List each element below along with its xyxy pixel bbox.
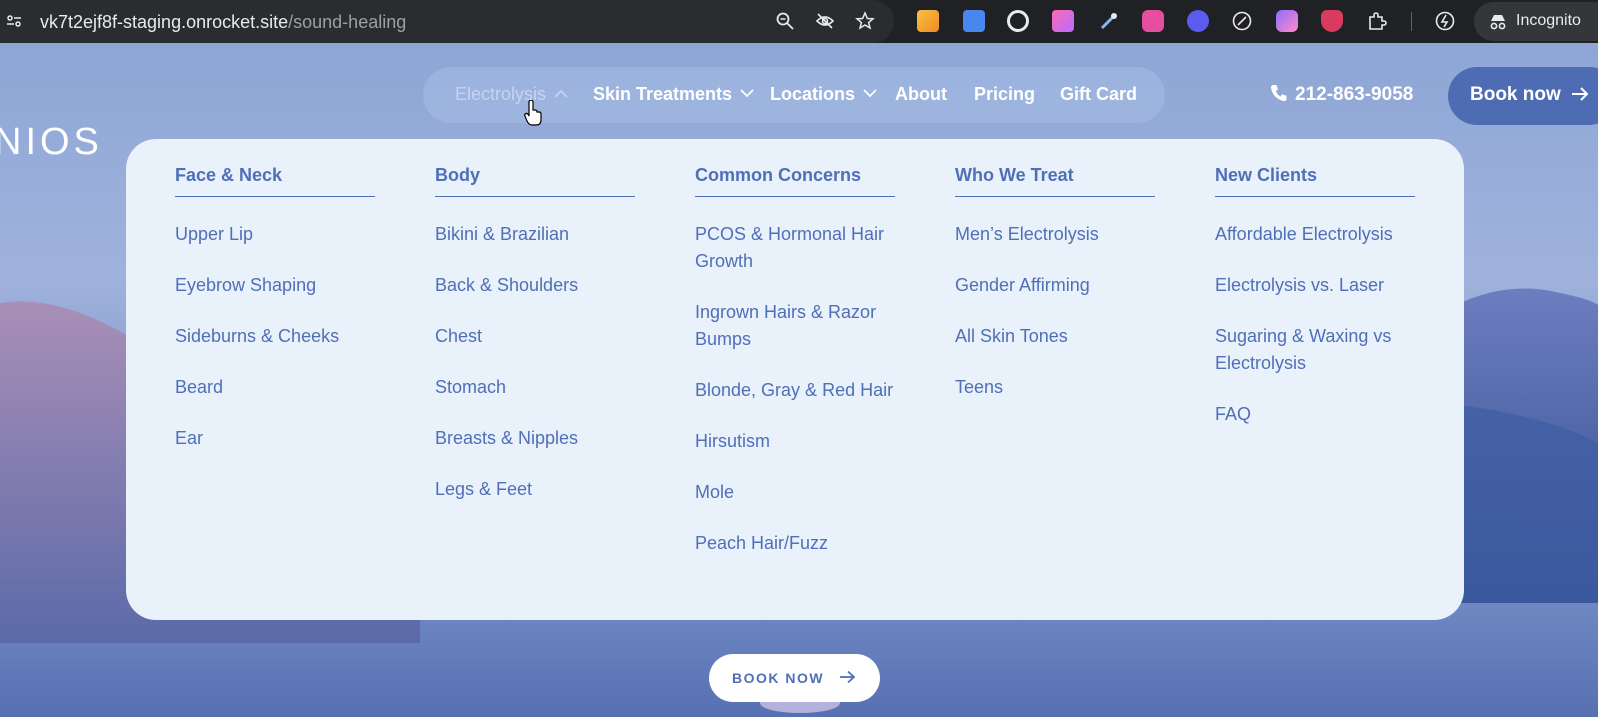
nav-item-label: Skin Treatments	[593, 84, 733, 104]
menu-link[interactable]: Hirsutism	[695, 428, 895, 455]
menu-link[interactable]: Bikini & Brazilian	[435, 221, 635, 248]
url-host: vk7t2ejf8f-staging.onrocket.site	[40, 12, 289, 32]
book-now-button[interactable]: Book now	[1448, 67, 1598, 125]
chevron-up-icon	[554, 89, 568, 98]
browser-toolbar: vk7t2ejf8f-staging.onrocket.site/sound-h…	[0, 0, 1598, 43]
book-now-label: Book now	[1470, 84, 1561, 105]
menu-link[interactable]: Peach Hair/Fuzz	[695, 530, 895, 557]
menu-column-title[interactable]: Common Concerns	[695, 165, 895, 197]
puzzle-icon[interactable]	[1366, 10, 1388, 32]
eyedropper-icon[interactable]	[1098, 10, 1120, 32]
arrow-right-icon	[840, 670, 856, 684]
menu-link[interactable]: Teens	[955, 374, 1155, 401]
menu-link[interactable]: PCOS & Hormonal Hair Growth	[695, 221, 895, 275]
menu-column-title[interactable]: New Clients	[1215, 165, 1415, 197]
menu-link[interactable]: Back & Shoulders	[435, 272, 635, 299]
menu-link[interactable]: FAQ	[1215, 401, 1415, 428]
menu-link[interactable]: Gender Affirming	[955, 272, 1155, 299]
menu-link[interactable]: All Skin Tones	[955, 323, 1155, 350]
menu-link[interactable]: Electrolysis vs. Laser	[1215, 272, 1415, 299]
menu-link[interactable]: Mole	[695, 479, 895, 506]
menu-link[interactable]: Chest	[435, 323, 635, 350]
address-bar[interactable]: vk7t2ejf8f-staging.onrocket.site/sound-h…	[0, 0, 894, 43]
book-now-cta-button[interactable]: BOOK NOW	[709, 654, 880, 702]
extension-color-icon[interactable]	[1052, 10, 1074, 32]
url-text[interactable]: vk7t2ejf8f-staging.onrocket.site/sound-h…	[40, 12, 406, 33]
menu-link[interactable]: Ingrown Hairs & Razor Bumps	[695, 299, 895, 353]
compass-icon[interactable]	[1231, 10, 1253, 32]
menu-column-who-we-treat: Who We Treat Men’s Electrolysis Gender A…	[955, 165, 1155, 425]
phone-link[interactable]: 212-863-9058	[1270, 84, 1413, 106]
menu-link[interactable]: Sugaring & Waxing vs Electrolysis	[1215, 323, 1415, 377]
menu-link[interactable]: Affordable Electrolysis	[1215, 221, 1415, 248]
menu-link[interactable]: Breasts & Nipples	[435, 425, 635, 452]
toolbar-divider	[1411, 12, 1412, 31]
menu-column-title[interactable]: Body	[435, 165, 635, 197]
incognito-label: Incognito	[1516, 12, 1581, 29]
menu-link[interactable]: Sideburns & Cheeks	[175, 323, 375, 350]
star-icon[interactable]	[855, 11, 875, 31]
menu-link[interactable]: Beard	[175, 374, 375, 401]
hand-cursor-icon	[524, 100, 542, 126]
nav-item-skin-treatments[interactable]: Skin Treatments	[593, 84, 754, 105]
incognito-icon	[1490, 15, 1506, 30]
extension-notes-icon[interactable]	[917, 10, 939, 32]
extension-video-icon[interactable]	[1142, 10, 1164, 32]
cta-label: BOOK NOW	[732, 670, 825, 686]
extension-record-icon[interactable]	[1007, 10, 1029, 32]
arrow-right-icon	[1572, 87, 1589, 101]
menu-column-title[interactable]: Face & Neck	[175, 165, 375, 197]
chevron-down-icon	[863, 89, 877, 98]
incognito-indicator[interactable]: Incognito	[1474, 2, 1598, 41]
phone-icon	[1270, 85, 1287, 102]
menu-link[interactable]: Stomach	[435, 374, 635, 401]
nav-item-label: Locations	[770, 84, 856, 104]
menu-column-title[interactable]: Who We Treat	[955, 165, 1155, 197]
menu-link[interactable]: Ear	[175, 425, 375, 452]
eye-slash-icon[interactable]	[815, 11, 835, 31]
menu-link[interactable]: Upper Lip	[175, 221, 375, 248]
menu-column-new-clients: New Clients Affordable Electrolysis Elec…	[1215, 165, 1415, 452]
menu-link[interactable]: Eyebrow Shaping	[175, 272, 375, 299]
nav-item-about[interactable]: About	[895, 84, 947, 105]
chevron-down-icon	[740, 89, 754, 98]
extension-camera-icon[interactable]	[1276, 10, 1298, 32]
extension-docs-icon[interactable]	[963, 10, 985, 32]
menu-column-body: Body Bikini & Brazilian Back & Shoulders…	[435, 165, 635, 527]
nav-item-label: Gift Card	[1060, 84, 1138, 104]
phone-number: 212-863-9058	[1295, 84, 1414, 105]
nav-item-locations[interactable]: Locations	[770, 84, 877, 105]
performance-icon[interactable]	[1434, 10, 1456, 32]
menu-link[interactable]: Legs & Feet	[435, 476, 635, 503]
nav-item-electrolysis[interactable]: Electrolysis	[455, 84, 568, 105]
nav-item-label: Pricing	[974, 84, 1036, 104]
shield-icon[interactable]	[1321, 10, 1343, 32]
url-path: /sound-healing	[288, 12, 407, 32]
menu-link[interactable]: Blonde, Gray & Red Hair	[695, 377, 895, 404]
menu-column-common-concerns: Common Concerns PCOS & Hormonal Hair Gro…	[695, 165, 895, 581]
nav-item-label: About	[895, 84, 947, 104]
site-logo[interactable]: NIOS	[0, 121, 103, 164]
site-info-icon[interactable]	[6, 13, 22, 29]
nav-item-pricing[interactable]: Pricing	[974, 84, 1035, 105]
zoom-icon[interactable]	[775, 11, 795, 31]
extension-sync-icon[interactable]	[1187, 10, 1209, 32]
menu-link[interactable]: Men’s Electrolysis	[955, 221, 1155, 248]
nav-item-gift-card[interactable]: Gift Card	[1060, 84, 1137, 105]
menu-column-face-neck: Face & Neck Upper Lip Eyebrow Shaping Si…	[175, 165, 375, 476]
